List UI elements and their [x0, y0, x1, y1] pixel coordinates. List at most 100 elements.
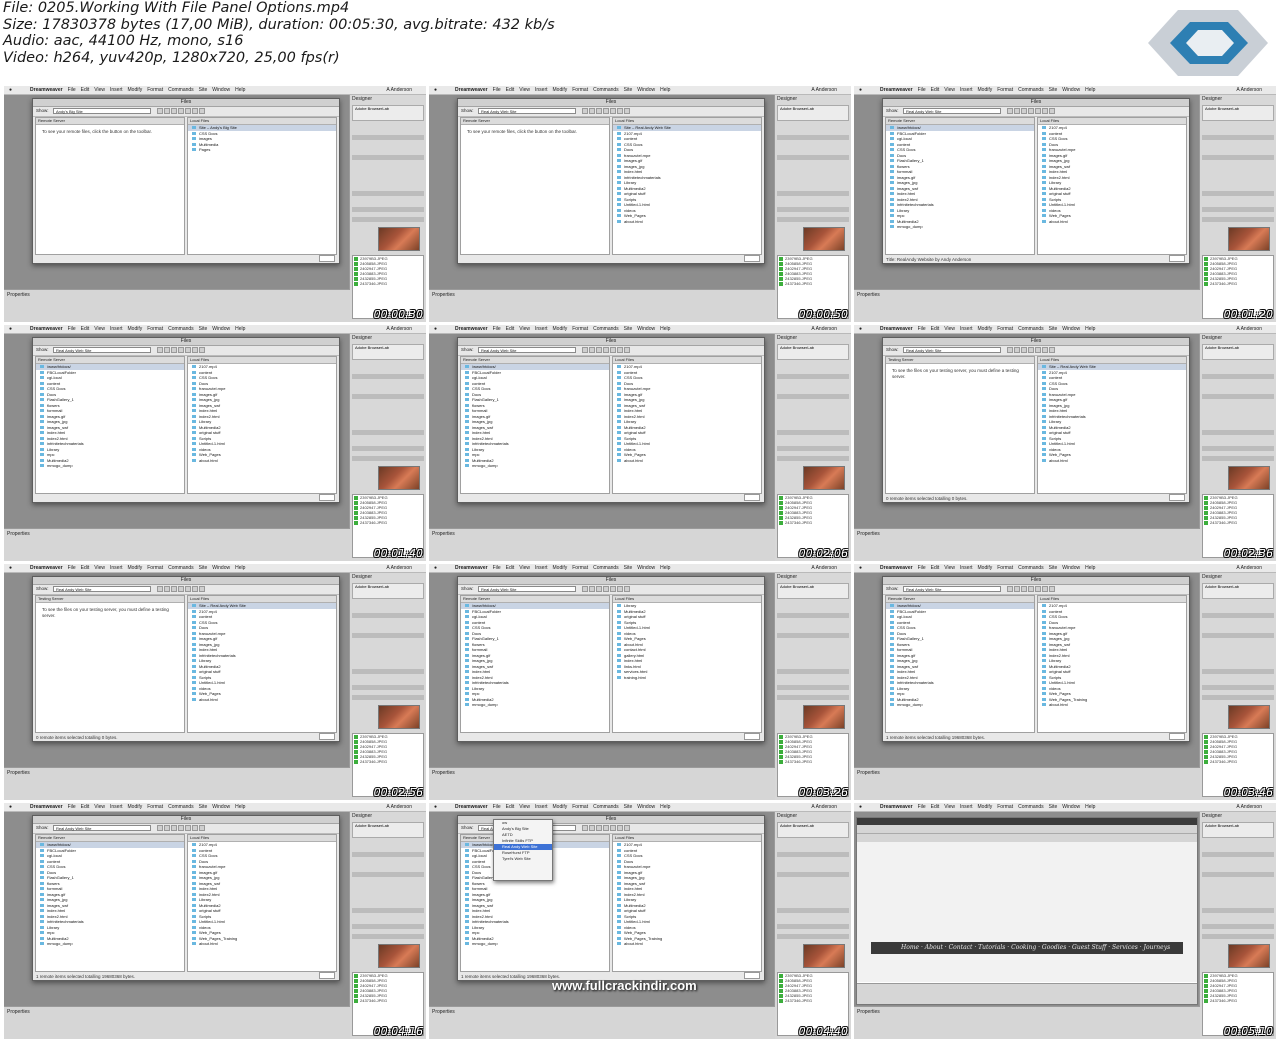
- toolbar-button[interactable]: [199, 825, 205, 831]
- panel-header[interactable]: [352, 456, 424, 461]
- menu-item[interactable]: Help: [1085, 565, 1095, 571]
- toolbar-button[interactable]: [624, 108, 630, 114]
- menu-item[interactable]: Site: [624, 804, 633, 810]
- panel-header[interactable]: [1202, 374, 1274, 379]
- menu-item[interactable]: Window: [212, 804, 230, 810]
- menu-item[interactable]: Window: [1062, 804, 1080, 810]
- workspace-switcher[interactable]: Designer: [1202, 574, 1222, 580]
- menu-item[interactable]: Format: [147, 326, 163, 332]
- menu-item[interactable]: View: [94, 804, 105, 810]
- toolbar-button[interactable]: [192, 825, 198, 831]
- app-name[interactable]: Dreamweaver: [30, 565, 63, 571]
- site-select[interactable]: Real Andy Web Site: [478, 108, 576, 114]
- menu-item[interactable]: Format: [997, 326, 1013, 332]
- menu-item[interactable]: Site: [1049, 804, 1058, 810]
- menu-item[interactable]: Format: [997, 87, 1013, 93]
- menu-item[interactable]: Help: [660, 326, 670, 332]
- panel-header[interactable]: [777, 695, 849, 700]
- menu-item[interactable]: Modify: [978, 87, 993, 93]
- menu-item[interactable]: Help: [1085, 804, 1095, 810]
- css-styles-panel[interactable]: Adobe BrowserLab: [352, 105, 424, 121]
- css-styles-panel[interactable]: Adobe BrowserLab: [352, 344, 424, 360]
- panel-header[interactable]: [352, 934, 424, 939]
- toolbar-button[interactable]: [164, 108, 170, 114]
- column-header[interactable]: Remote Server: [461, 357, 609, 364]
- log-button[interactable]: [744, 494, 760, 501]
- menu-item[interactable]: Commands: [1018, 565, 1044, 571]
- menu-item[interactable]: Site: [624, 87, 633, 93]
- menu-item[interactable]: File: [68, 804, 76, 810]
- apple-menu-icon[interactable]: ●: [434, 87, 437, 93]
- css-styles-panel[interactable]: Adobe BrowserLab: [777, 344, 849, 360]
- toolbar-button[interactable]: [624, 347, 630, 353]
- menu-item[interactable]: Commands: [593, 565, 619, 571]
- toolbar-button[interactable]: [1028, 347, 1034, 353]
- toolbar-button[interactable]: [603, 825, 609, 831]
- column-header[interactable]: Remote Server: [886, 118, 1034, 125]
- toolbar-button[interactable]: [603, 108, 609, 114]
- toolbar-button[interactable]: [178, 825, 184, 831]
- column-header[interactable]: Testing Server: [886, 357, 1034, 364]
- column-header[interactable]: Remote Server: [886, 596, 1034, 603]
- panel-header[interactable]: [352, 191, 424, 196]
- menu-item[interactable]: Modify: [553, 565, 568, 571]
- menu-item[interactable]: Modify: [553, 326, 568, 332]
- menu-item[interactable]: Help: [1085, 87, 1095, 93]
- css-styles-panel[interactable]: Adobe BrowserLab: [1202, 583, 1274, 599]
- menu-item[interactable]: Site: [1049, 326, 1058, 332]
- toolbar-button[interactable]: [1042, 586, 1048, 592]
- menu-item[interactable]: Window: [212, 326, 230, 332]
- file-row[interactable]: about.html: [1038, 219, 1186, 225]
- menu-item[interactable]: Edit: [81, 326, 90, 332]
- apple-menu-icon[interactable]: ●: [434, 804, 437, 810]
- menu-item[interactable]: Format: [572, 87, 588, 93]
- file-row[interactable]: about.html: [1038, 458, 1186, 464]
- menu-item[interactable]: Format: [147, 565, 163, 571]
- menu-item[interactable]: Commands: [1018, 87, 1044, 93]
- toolbar-button[interactable]: [1035, 347, 1041, 353]
- panel-header[interactable]: [352, 430, 424, 435]
- toolbar-button[interactable]: [1021, 347, 1027, 353]
- panel-header[interactable]: [1202, 446, 1274, 451]
- file-row[interactable]: mmogo_dump: [36, 463, 184, 469]
- workspace-switcher[interactable]: Designer: [777, 335, 797, 341]
- menu-item[interactable]: File: [493, 326, 501, 332]
- file-row[interactable]: about.html: [613, 458, 761, 464]
- menu-item[interactable]: Insert: [110, 565, 123, 571]
- column-header[interactable]: Local Files: [188, 596, 336, 603]
- panel-header[interactable]: [1202, 872, 1274, 877]
- app-name[interactable]: Dreamweaver: [455, 565, 488, 571]
- menu-item[interactable]: Edit: [81, 804, 90, 810]
- app-name[interactable]: Dreamweaver: [30, 87, 63, 93]
- toolbar-button[interactable]: [164, 825, 170, 831]
- toolbar-button[interactable]: [589, 586, 595, 592]
- menu-item[interactable]: View: [94, 87, 105, 93]
- menu-item[interactable]: File: [493, 804, 501, 810]
- menu-item[interactable]: Commands: [1018, 326, 1044, 332]
- panel-header[interactable]: [352, 446, 424, 451]
- log-button[interactable]: [319, 494, 335, 501]
- toolbar-button[interactable]: [1028, 586, 1034, 592]
- menu-item[interactable]: Format: [147, 87, 163, 93]
- column-header[interactable]: Local Files: [613, 357, 761, 364]
- toolbar-button[interactable]: [624, 586, 630, 592]
- toolbar-button[interactable]: [617, 347, 623, 353]
- toolbar-button[interactable]: [178, 347, 184, 353]
- toolbar-button[interactable]: [1035, 108, 1041, 114]
- toolbar-button[interactable]: [596, 586, 602, 592]
- menu-item[interactable]: Format: [997, 565, 1013, 571]
- site-dropdown-menu[interactable]: ow Andy's Big Site AETD Infinite Skills FTP…: [493, 819, 553, 881]
- menu-item[interactable]: File: [918, 804, 926, 810]
- panel-header[interactable]: [1202, 456, 1274, 461]
- toolbar-button[interactable]: [1028, 108, 1034, 114]
- document-toolbar[interactable]: [857, 825, 1197, 834]
- file-row[interactable]: mmogo_dump: [461, 941, 609, 947]
- site-select[interactable]: Real Andy Web Site: [478, 347, 576, 353]
- workspace-switcher[interactable]: Designer: [352, 335, 372, 341]
- app-name[interactable]: Dreamweaver: [880, 565, 913, 571]
- menu-item[interactable]: Insert: [960, 326, 973, 332]
- app-name[interactable]: Dreamweaver: [30, 326, 63, 332]
- toolbar-button[interactable]: [610, 586, 616, 592]
- toolbar-button[interactable]: [603, 347, 609, 353]
- menu-item[interactable]: Modify: [553, 804, 568, 810]
